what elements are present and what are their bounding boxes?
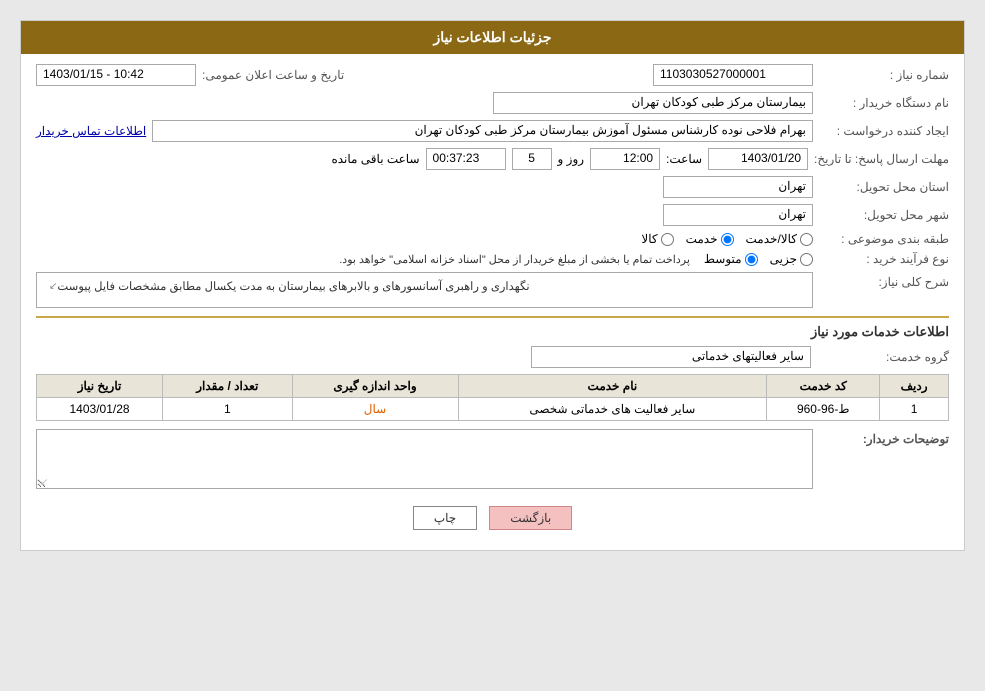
purchase-type-label: نوع فرآیند خرید : xyxy=(819,252,949,266)
back-button[interactable]: بازگشت xyxy=(489,506,572,530)
delivery-province-row: استان محل تحویل: تهران xyxy=(36,176,949,198)
page-header: جزئیات اطلاعات نیاز xyxy=(21,21,964,54)
cell-need-date: 1403/01/28 xyxy=(37,398,163,421)
services-table: ردیف کد خدمت نام خدمت واحد اندازه گیری ت… xyxy=(36,374,949,421)
announce-date-value: 1403/01/15 - 10:42 xyxy=(36,64,196,86)
col-unit: واحد اندازه گیری xyxy=(292,375,458,398)
col-need-date: تاریخ نیاز xyxy=(37,375,163,398)
send-deadline-row: مهلت ارسال پاسخ: تا تاریخ: 1403/01/20 سا… xyxy=(36,148,949,170)
radio-kala-khadamat-label: کالا/خدمت xyxy=(746,232,797,246)
need-description-box: ↙ نگهداری و راهبری آسانسورهای و بالابرها… xyxy=(36,272,813,308)
days-value: 5 xyxy=(512,148,552,170)
buyer-notes-textarea[interactable] xyxy=(36,429,813,489)
creator-label: ایجاد کننده درخواست : xyxy=(819,124,949,138)
purchase-note: پرداخت تمام یا بخشی از مبلغ خریدار از مح… xyxy=(339,253,690,266)
radio-khadamat-input[interactable] xyxy=(721,233,734,246)
col-row-num: ردیف xyxy=(880,375,949,398)
services-table-header-row: ردیف کد خدمت نام خدمت واحد اندازه گیری ت… xyxy=(37,375,949,398)
need-description-value: نگهداری و راهبری آسانسورهای و بالابرهای … xyxy=(57,279,529,293)
services-table-body: 1 ط-96-960 سایر فعالیت های خدماتی شخصی س… xyxy=(37,398,949,421)
need-description-label: شرح کلی نیاز: xyxy=(819,272,949,289)
print-button[interactable]: چاپ xyxy=(413,506,477,530)
col-service-code: کد خدمت xyxy=(767,375,880,398)
remaining-label: ساعت باقی مانده xyxy=(331,152,419,166)
purchase-type-radio-group: جزیی متوسط xyxy=(704,252,813,266)
cell-service-code: ط-96-960 xyxy=(767,398,880,421)
col-service-name: نام خدمت xyxy=(458,375,767,398)
buyer-notes-container: ↙ xyxy=(36,429,813,492)
content-area: شماره نیاز : 1103030527000001 تاریخ و سا… xyxy=(21,54,964,550)
radio-jozi-label: جزیی xyxy=(770,252,797,266)
remaining-value: 00:37:23 xyxy=(426,148,506,170)
time-value: 12:00 xyxy=(590,148,660,170)
need-description-row: شرح کلی نیاز: ↙ نگهداری و راهبری آسانسور… xyxy=(36,272,949,308)
delivery-province-label: استان محل تحویل: xyxy=(819,180,949,194)
bottom-buttons: بازگشت چاپ xyxy=(36,506,949,530)
cell-row-num: 1 xyxy=(880,398,949,421)
creator-value: بهرام فلاحی نوده کارشناس مسئول آموزش بیم… xyxy=(152,120,813,142)
services-divider xyxy=(36,316,949,318)
service-group-label: گروه خدمت: xyxy=(819,350,949,364)
radio-kala-khadamat-input[interactable] xyxy=(800,233,813,246)
cell-quantity: 1 xyxy=(163,398,292,421)
radio-motavasset-input[interactable] xyxy=(745,253,758,266)
need-number-label: شماره نیاز : xyxy=(819,68,949,82)
radio-khadamat[interactable]: خدمت xyxy=(686,232,734,246)
purchase-type-row: نوع فرآیند خرید : جزیی متوسط پرداخت تمام… xyxy=(36,252,949,266)
radio-motavasset-label: متوسط xyxy=(704,252,742,266)
time-label: ساعت: xyxy=(666,152,702,166)
buyer-notes-label: توضیحات خریدار: xyxy=(819,429,949,446)
textarea-resize-icon: ↙ xyxy=(40,477,48,488)
buyer-org-value: بیمارستان مرکز طبی کودکان تهران xyxy=(493,92,813,114)
col-quantity: تعداد / مقدار xyxy=(163,375,292,398)
page-title: جزئیات اطلاعات نیاز xyxy=(433,29,551,45)
radio-khadamat-label: خدمت xyxy=(686,232,718,246)
cell-unit: سال xyxy=(292,398,458,421)
delivery-city-value: تهران xyxy=(663,204,813,226)
service-group-row: گروه خدمت: سایر فعالیتهای خدماتی xyxy=(36,346,949,368)
service-group-value: سایر فعالیتهای خدماتی xyxy=(531,346,811,368)
need-number-value: 1103030527000001 xyxy=(653,64,813,86)
buyer-notes-row: توضیحات خریدار: ↙ xyxy=(36,429,949,492)
need-number-row: شماره نیاز : 1103030527000001 تاریخ و سا… xyxy=(36,64,949,86)
date-value: 1403/01/20 xyxy=(708,148,808,170)
radio-motavasset[interactable]: متوسط xyxy=(704,252,758,266)
page-container: جزئیات اطلاعات نیاز شماره نیاز : 1103030… xyxy=(20,20,965,551)
send-deadline-label: مهلت ارسال پاسخ: تا تاریخ: xyxy=(814,152,949,166)
resize-icon: ↙ xyxy=(49,281,57,292)
radio-jozi-input[interactable] xyxy=(800,253,813,266)
cell-service-name: سایر فعالیت های خدماتی شخصی xyxy=(458,398,767,421)
radio-kala[interactable]: کالا xyxy=(641,232,673,246)
category-row: طبقه بندی موضوعی : کالا/خدمت خدمت کالا xyxy=(36,232,949,246)
services-section-title: اطلاعات خدمات مورد نیاز xyxy=(36,324,949,340)
announce-date-label: تاریخ و ساعت اعلان عمومی: xyxy=(202,68,344,82)
radio-kala-label: کالا xyxy=(641,232,657,246)
days-label: روز و xyxy=(558,152,585,166)
radio-kala-khadamat[interactable]: کالا/خدمت xyxy=(746,232,813,246)
delivery-city-row: شهر محل تحویل: تهران xyxy=(36,204,949,226)
creator-row: ایجاد کننده درخواست : بهرام فلاحی نوده ک… xyxy=(36,120,949,142)
radio-jozi[interactable]: جزیی xyxy=(770,252,813,266)
buyer-org-row: نام دستگاه خریدار : بیمارستان مرکز طبی ک… xyxy=(36,92,949,114)
category-radio-group: کالا/خدمت خدمت کالا xyxy=(641,232,813,246)
delivery-province-value: تهران xyxy=(663,176,813,198)
creator-link[interactable]: اطلاعات تماس خریدار xyxy=(36,124,146,138)
services-table-head: ردیف کد خدمت نام خدمت واحد اندازه گیری ت… xyxy=(37,375,949,398)
category-label: طبقه بندی موضوعی : xyxy=(819,232,949,246)
radio-kala-input[interactable] xyxy=(661,233,674,246)
delivery-city-label: شهر محل تحویل: xyxy=(819,208,949,222)
table-row: 1 ط-96-960 سایر فعالیت های خدماتی شخصی س… xyxy=(37,398,949,421)
buyer-org-label: نام دستگاه خریدار : xyxy=(819,96,949,110)
